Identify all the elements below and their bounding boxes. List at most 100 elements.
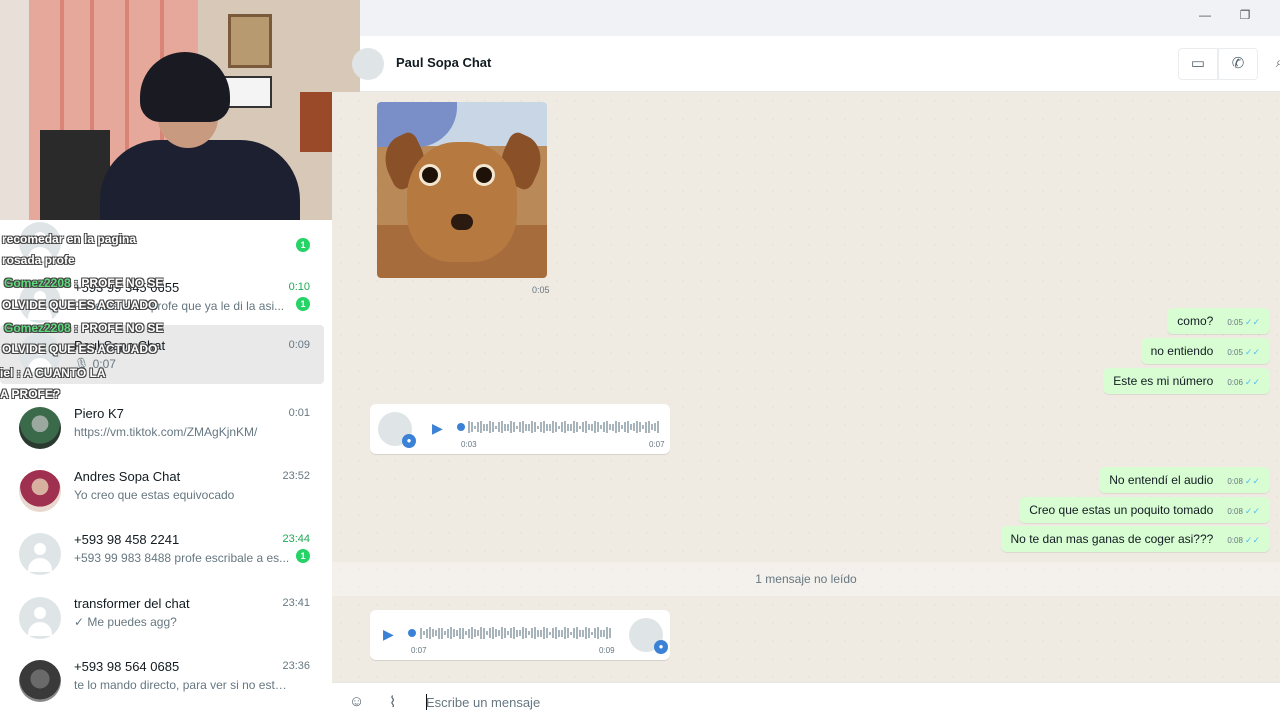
image-message[interactable]: [377, 102, 547, 278]
waveform-bar: [561, 422, 563, 432]
waveform-bar: [465, 631, 467, 635]
overlay-username: Gomez2208: [4, 321, 71, 335]
waveform-bar: [651, 424, 653, 430]
waveform-bar: [552, 628, 554, 638]
waveform-bar: [627, 421, 629, 433]
message-input[interactable]: [426, 691, 1246, 713]
message-text: como?: [1177, 314, 1214, 328]
phone-icon[interactable]: ✆: [1218, 48, 1258, 80]
waveform-bar: [525, 423, 527, 431]
play-icon[interactable]: ▶: [432, 420, 443, 437]
waveform-bar: [582, 629, 584, 637]
waveform-bar: [564, 421, 566, 433]
outgoing-message: como? 0:05 ✓✓: [1167, 308, 1270, 334]
avatar: [19, 470, 61, 512]
waveform-bar: [603, 629, 605, 637]
waveform-bar: [645, 421, 647, 433]
message-text: no entiendo: [1150, 344, 1214, 358]
contact-avatar[interactable]: [352, 48, 384, 80]
waveform-bar: [519, 630, 521, 636]
waveform-bar: [546, 628, 548, 638]
waveform-bar: [579, 629, 581, 637]
waveform-bar: [513, 627, 515, 639]
waveform-bar: [507, 423, 509, 431]
waveform-bar: [558, 629, 560, 637]
waveform-bar: [426, 628, 428, 638]
chat-name: Andres Sopa Chat: [74, 469, 181, 484]
seek-handle[interactable]: [457, 423, 465, 431]
waveform-bar: [555, 627, 557, 639]
chat-item[interactable]: Piero K7 0:01 https://vm.tiktok.com/ZMAg…: [0, 397, 332, 460]
waveform-bar: [534, 422, 536, 432]
message-text: No entendí el audio: [1109, 473, 1214, 487]
waveform-bar: [477, 422, 479, 432]
waveform-bar: [546, 423, 548, 431]
avatar: [19, 660, 61, 702]
chat-item[interactable]: transformer del chat 23:41 ✓ Me puedes a…: [0, 587, 332, 650]
overlay-chat-line: recomedar en la pagina: [2, 232, 137, 246]
waveform-bar: [468, 628, 470, 638]
waveform-bar: [423, 631, 425, 635]
waveform-bar: [600, 629, 602, 637]
audio-waveform[interactable]: [468, 421, 663, 433]
waveform-bar: [486, 631, 488, 635]
waveform-bar: [444, 631, 446, 635]
waveform-bar: [495, 629, 497, 637]
waveform-bar: [549, 631, 551, 635]
webcam-overlay: [0, 0, 360, 220]
waveform-bar: [585, 421, 587, 433]
play-icon[interactable]: ▶: [383, 626, 394, 643]
waveform-bar: [573, 421, 575, 433]
waveform-bar: [474, 425, 476, 429]
chat-time: 0:09: [288, 339, 310, 351]
read-ticks-icon: ✓✓: [1244, 377, 1260, 387]
chat-header: Paul Sopa Chat ▭ ✆ ⌕: [352, 36, 1280, 92]
mic-icon: ●: [402, 434, 416, 448]
waveform-bar: [585, 627, 587, 639]
restore-icon[interactable]: ❐: [1231, 4, 1259, 26]
waveform-bar: [591, 631, 593, 635]
waveform-bar: [633, 423, 635, 431]
waveform-bar: [480, 627, 482, 639]
waveform-bar: [654, 423, 656, 431]
contact-name[interactable]: Paul Sopa Chat: [396, 55, 491, 70]
video-icon[interactable]: ▭: [1178, 48, 1218, 80]
read-ticks-icon: ✓✓: [1244, 506, 1260, 516]
waveform-bar: [540, 629, 542, 637]
waveform-bar: [648, 421, 650, 433]
waveform-bar: [612, 423, 614, 431]
chat-item[interactable]: Andres Sopa Chat 23:52 Yo creo que estas…: [0, 460, 332, 523]
overlay-chat-line: Gomez2208 : PROFE NO SE: [4, 276, 163, 290]
waveform-bar: [609, 628, 611, 638]
audio-waveform[interactable]: [420, 627, 616, 639]
minimize-icon[interactable]: —: [1191, 4, 1219, 26]
dog-image: [377, 102, 547, 278]
search-icon[interactable]: ⌕: [1270, 48, 1280, 80]
paperclip-icon[interactable]: ⌇: [389, 693, 396, 711]
chat-item[interactable]: +593 98 564 0685 23:36 te lo mando direc…: [0, 650, 332, 713]
message-time: 0:05: [1227, 348, 1243, 357]
seek-handle[interactable]: [408, 629, 416, 637]
waveform-bar: [543, 421, 545, 433]
waveform-bar: [537, 425, 539, 429]
waveform-bar: [570, 423, 572, 431]
emoji-icon[interactable]: ☺: [349, 693, 364, 710]
waveform-bar: [474, 629, 476, 637]
waveform-bar: [501, 627, 503, 639]
waveform-bar: [438, 627, 440, 639]
waveform-bar: [486, 423, 488, 431]
unread-badge: 1: [296, 297, 310, 311]
message-composer: ☺ ⌇: [332, 682, 1280, 720]
waveform-bar: [561, 629, 563, 637]
overlay-chat-line: OLVIDE QUE ES ACTUADO: [2, 298, 158, 312]
waveform-bar: [639, 422, 641, 432]
waveform-bar: [456, 630, 458, 636]
waveform-bar: [480, 421, 482, 433]
waveform-bar: [489, 628, 491, 638]
avatar: [19, 533, 61, 575]
chat-time: 23:41: [282, 597, 310, 609]
outgoing-message: No te dan mas ganas de coger asi??? 0:08 ✓…: [1000, 526, 1270, 552]
chat-item[interactable]: +593 98 458 2241 23:44 +593 99 983 8488 …: [0, 523, 332, 586]
waveform-bar: [594, 421, 596, 433]
audio-message: ▶ 0:07 0:09 ●: [370, 610, 670, 660]
